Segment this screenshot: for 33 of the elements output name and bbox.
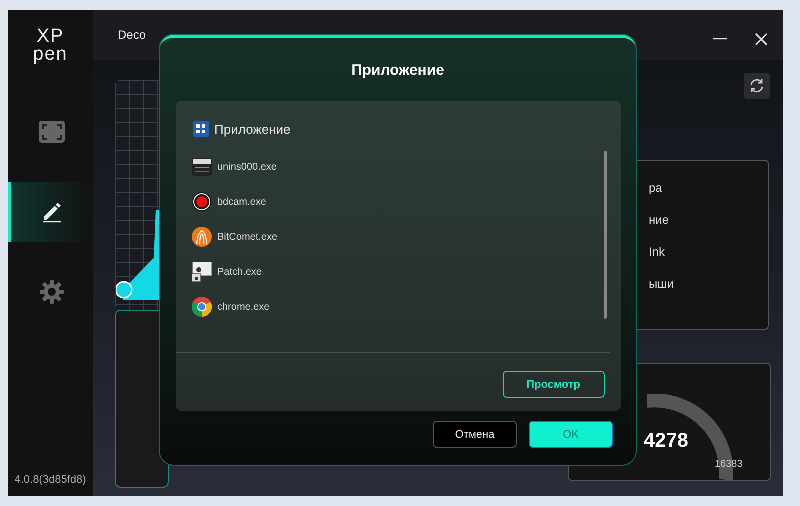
pressure-value: 4278 [644,430,688,453]
scrollbar[interactable] [604,151,606,319]
dialog-title: Приложение [352,62,444,79]
minimize-icon [713,38,727,40]
setting-label: ыши [649,277,675,291]
app-item[interactable]: chrome.exe [192,297,620,317]
setting-label: ра [649,181,664,195]
settings-icon [39,279,65,305]
logo: XP pen [33,28,68,64]
version-label: 4.0.8(3d85fd8) [14,474,86,486]
installer-icon [192,157,212,177]
app-item[interactable]: Patch.exe [192,262,620,282]
setting-label: ние [649,213,670,227]
record-icon [192,192,212,212]
browser-icon [192,297,212,317]
app-item[interactable]: bdcam.exe [192,192,620,212]
setting-label: Ink [649,245,666,259]
refresh-icon [749,78,765,94]
apps-icon [192,121,208,137]
list-header: Приложение [214,122,291,136]
fullscreen-icon [38,120,66,144]
pen-icon [41,201,63,223]
app-item[interactable]: unins000.exe [192,157,620,177]
comet-icon [192,227,212,247]
refresh-button[interactable] [744,73,770,99]
browse-button[interactable]: Просмотр [502,371,604,398]
device-name: Deco [118,28,146,42]
close-icon [754,32,768,46]
cancel-button[interactable]: Отмена [433,421,517,448]
pressure-max: 16383 [715,459,743,470]
app-item[interactable]: BitComet.exe [192,227,620,247]
patch-icon [192,262,212,282]
ok-button[interactable]: OK [529,421,613,448]
